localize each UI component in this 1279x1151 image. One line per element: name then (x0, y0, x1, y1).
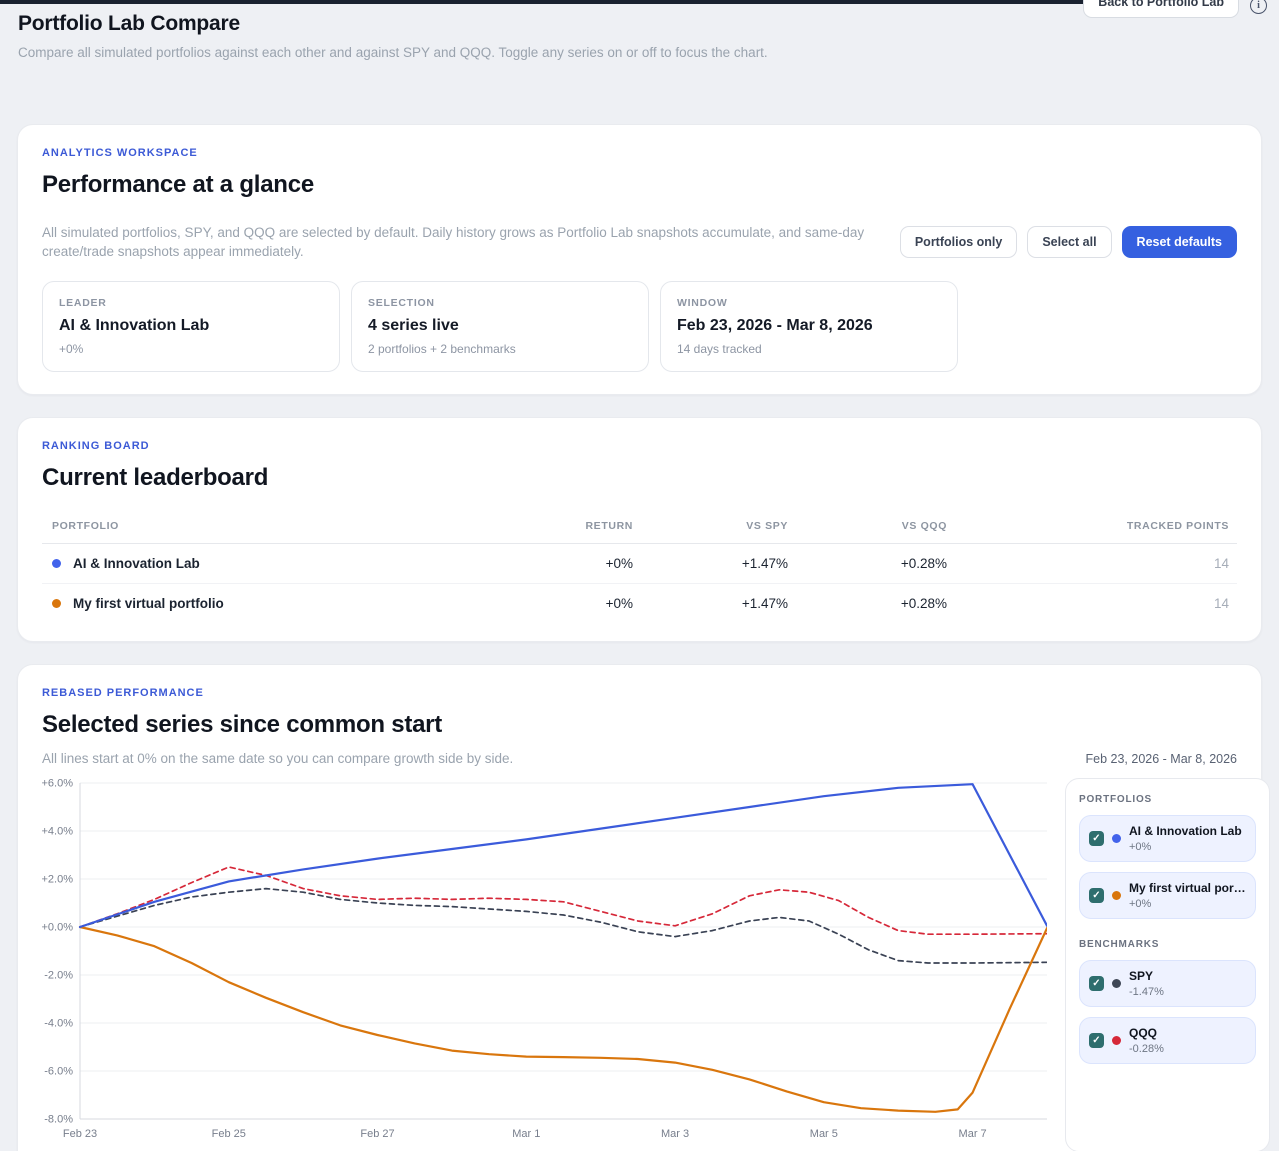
legend-label: My first virtual por… (1129, 881, 1246, 895)
select-all-button[interactable]: Select all (1027, 226, 1111, 258)
svg-text:Mar 1: Mar 1 (512, 1128, 540, 1140)
stat-leader: Leader AI & Innovation Lab +0% (42, 281, 340, 372)
rebased-title: Selected series since common start (42, 711, 1237, 739)
leaderboard-table: Portfolio Return VS SPY VS QQQ Tracked p… (42, 510, 1237, 623)
performance-glance-card: Analytics workspace Performance at a gla… (17, 124, 1262, 395)
stat-window-sub: 14 days tracked (677, 342, 941, 356)
checkbox-checked-icon[interactable] (1089, 888, 1104, 903)
legend-value: +0% (1129, 841, 1242, 853)
svg-text:-8.0%: -8.0% (44, 1114, 73, 1126)
svg-text:Feb 25: Feb 25 (212, 1128, 246, 1140)
chart-legend-panel: Portfolios AI & Innovation Lab +0% My fi… (1065, 778, 1270, 1151)
series-dot (1112, 1036, 1121, 1045)
col-portfolio: Portfolio (52, 520, 513, 532)
col-return: Return (513, 520, 633, 532)
rebased-date-range: Feb 23, 2026 - Mar 8, 2026 (1086, 752, 1237, 766)
svg-text:-4.0%: -4.0% (44, 1018, 73, 1030)
series-dot (52, 559, 61, 568)
portfolio-name: AI & Innovation Lab (73, 556, 200, 571)
col-vs-spy: VS SPY (633, 520, 788, 532)
stat-leader-sub: +0% (59, 342, 323, 356)
legend-value: -0.28% (1129, 1043, 1164, 1055)
legend-label: QQQ (1129, 1026, 1164, 1040)
table-row: My first virtual portfolio +0% +1.47% +0… (42, 584, 1237, 623)
stat-selection-value: 4 series live (368, 317, 632, 335)
svg-text:-6.0%: -6.0% (44, 1066, 73, 1078)
svg-text:Mar 5: Mar 5 (810, 1128, 838, 1140)
svg-text:+6.0%: +6.0% (42, 778, 73, 790)
series-dot (1112, 891, 1121, 900)
checkbox-checked-icon[interactable] (1089, 976, 1104, 991)
stat-leader-value: AI & Innovation Lab (59, 317, 323, 335)
performance-chart-svg: +6.0% +4.0% +2.0% +0.0% -2.0% -4.0% -6.0% -8.0%… (42, 778, 1047, 1146)
table-row: AI & Innovation Lab +0% +1.47% +0.28% 14 (42, 544, 1237, 584)
series-dot (1112, 834, 1121, 843)
stat-window-label: Window (677, 297, 941, 309)
legend-benchmarks-header: Benchmarks (1079, 939, 1256, 950)
rebased-performance-card: Rebased performance Selected series sinc… (17, 664, 1262, 1151)
checkbox-checked-icon[interactable] (1089, 831, 1104, 846)
page-subtitle: Compare all simulated portfolios against… (18, 45, 1261, 60)
legend-item-my-first-virtual-portfolio[interactable]: My first virtual por… +0% (1079, 872, 1256, 919)
back-to-portfolio-lab-button[interactable]: Back to Portfolio Lab (1083, 0, 1239, 18)
legend-value: -1.47% (1129, 986, 1164, 998)
svg-text:Feb 27: Feb 27 (360, 1128, 394, 1140)
stat-leader-label: Leader (59, 297, 323, 309)
legend-item-qqq[interactable]: QQQ -0.28% (1079, 1017, 1256, 1064)
legend-item-spy[interactable]: SPY -1.47% (1079, 960, 1256, 1007)
page-title: Portfolio Lab Compare (18, 12, 1261, 36)
portfolio-name: My first virtual portfolio (73, 596, 224, 611)
legend-label: AI & Innovation Lab (1129, 824, 1242, 838)
rebased-subtitle: All lines start at 0% on the same date s… (42, 751, 513, 766)
tracked-points-value: 14 (947, 556, 1229, 571)
vs-qqq-value: +0.28% (788, 596, 947, 611)
checkbox-checked-icon[interactable] (1089, 1033, 1104, 1048)
series-dot (1112, 979, 1121, 988)
stat-window-value: Feb 23, 2026 - Mar 8, 2026 (677, 317, 941, 335)
svg-text:Mar 7: Mar 7 (959, 1128, 987, 1140)
top-dark-bar (0, 0, 1086, 4)
svg-text:Mar 3: Mar 3 (661, 1128, 689, 1140)
legend-value: +0% (1129, 898, 1246, 910)
legend-item-ai-innovation-lab[interactable]: AI & Innovation Lab +0% (1079, 815, 1256, 862)
vs-spy-value: +1.47% (633, 596, 788, 611)
glance-title: Performance at a glance (42, 171, 1237, 199)
legend-portfolios-header: Portfolios (1079, 794, 1256, 805)
svg-text:+0.0%: +0.0% (42, 922, 73, 934)
svg-text:Feb 23: Feb 23 (63, 1128, 97, 1140)
rebased-eyebrow: Rebased performance (42, 687, 1237, 699)
col-tracked-points: Tracked points (947, 520, 1229, 532)
leaderboard-title: Current leaderboard (42, 464, 1237, 492)
reset-defaults-button[interactable]: Reset defaults (1122, 226, 1237, 258)
series-dot (52, 599, 61, 608)
leaderboard-header-row: Portfolio Return VS SPY VS QQQ Tracked p… (42, 510, 1237, 544)
return-value: +0% (513, 596, 633, 611)
stat-selection-sub: 2 portfolios + 2 benchmarks (368, 342, 632, 356)
vs-spy-value: +1.47% (633, 556, 788, 571)
leaderboard-eyebrow: Ranking board (42, 440, 1237, 452)
svg-text:-2.0%: -2.0% (44, 970, 73, 982)
stat-window: Window Feb 23, 2026 - Mar 8, 2026 14 day… (660, 281, 958, 372)
stat-selection: Selection 4 series live 2 portfolios + 2… (351, 281, 649, 372)
col-vs-qqq: VS QQQ (788, 520, 947, 532)
legend-label: SPY (1129, 969, 1164, 983)
glance-eyebrow: Analytics workspace (42, 147, 1237, 159)
svg-text:+2.0%: +2.0% (42, 874, 73, 886)
glance-description: All simulated portfolios, SPY, and QQQ a… (42, 223, 900, 261)
performance-chart: +6.0% +4.0% +2.0% +0.0% -2.0% -4.0% -6.0% -8.0%… (42, 778, 1047, 1151)
vs-qqq-value: +0.28% (788, 556, 947, 571)
svg-text:+4.0%: +4.0% (42, 826, 73, 838)
tracked-points-value: 14 (947, 596, 1229, 611)
stat-selection-label: Selection (368, 297, 632, 309)
leaderboard-card: Ranking board Current leaderboard Portfo… (17, 417, 1262, 642)
portfolios-only-button[interactable]: Portfolios only (900, 226, 1018, 258)
return-value: +0% (513, 556, 633, 571)
